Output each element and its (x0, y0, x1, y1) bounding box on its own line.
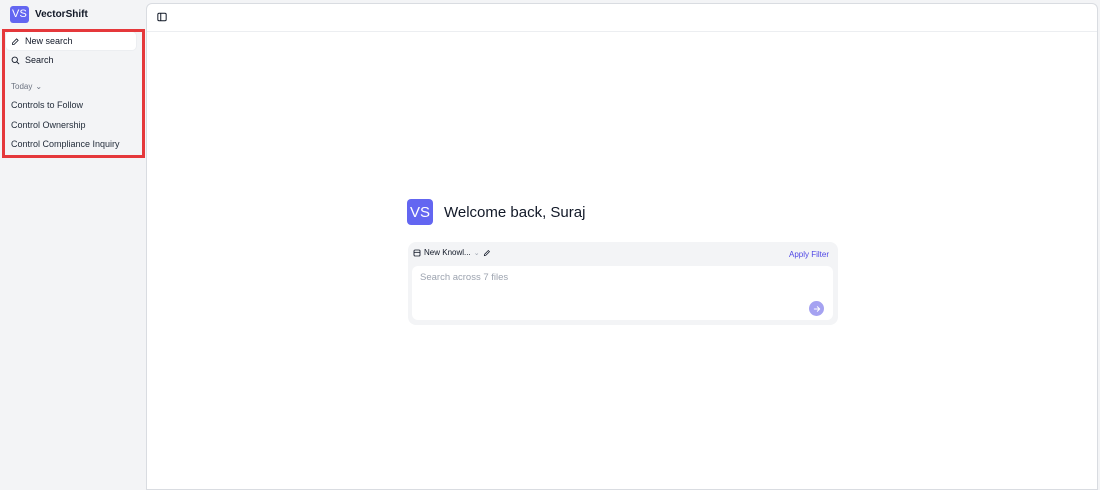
database-icon (413, 249, 421, 256)
new-search-button[interactable]: New search (6, 32, 136, 50)
search-box (412, 266, 833, 320)
apply-filter-button[interactable]: Apply Filter (789, 250, 829, 259)
knowledge-base-selector[interactable]: New Knowl... ⌄ (413, 248, 491, 257)
welcome-logo: VS (407, 199, 433, 225)
chevron-down-icon: ⌄ (473, 249, 480, 257)
app: VS VectorShift New search Search Today ⌄… (0, 0, 1100, 490)
search-card: New Knowl... ⌄ Apply Filter (408, 242, 838, 325)
history-item-control-ownership[interactable]: Control Ownership (11, 120, 86, 130)
chevron-down-icon: ⌄ (35, 82, 43, 91)
history-item-control-compliance-inquiry[interactable]: Control Compliance Inquiry (11, 139, 120, 149)
brand-name: VectorShift (35, 8, 88, 20)
main-panel: VS Welcome back, Suraj New Knowl... ⌄ Ap… (146, 3, 1098, 490)
sidebar: VS VectorShift New search Search Today ⌄… (0, 0, 145, 490)
sidebar-toggle-icon[interactable] (157, 12, 167, 22)
brand[interactable]: VS VectorShift (10, 5, 88, 23)
search-icon (11, 56, 20, 64)
history-item-controls-to-follow[interactable]: Controls to Follow (11, 100, 83, 110)
pencil-icon[interactable] (483, 249, 491, 257)
send-button[interactable] (809, 301, 824, 316)
brand-logo: VS (10, 5, 29, 23)
welcome-header: VS Welcome back, Suraj (407, 199, 585, 225)
search-label: Search (25, 55, 54, 65)
arrow-right-icon (813, 305, 820, 312)
today-label: Today (11, 82, 33, 91)
edit-icon (12, 37, 19, 45)
search-input[interactable] (420, 272, 800, 283)
knowledge-base-label: New Knowl... (424, 248, 471, 257)
welcome-text: Welcome back, Suraj (444, 203, 586, 221)
today-section-toggle[interactable]: Today ⌄ (11, 82, 42, 91)
search-button[interactable]: Search (6, 51, 136, 69)
new-search-label: New search (25, 36, 73, 46)
topbar (147, 4, 1097, 32)
